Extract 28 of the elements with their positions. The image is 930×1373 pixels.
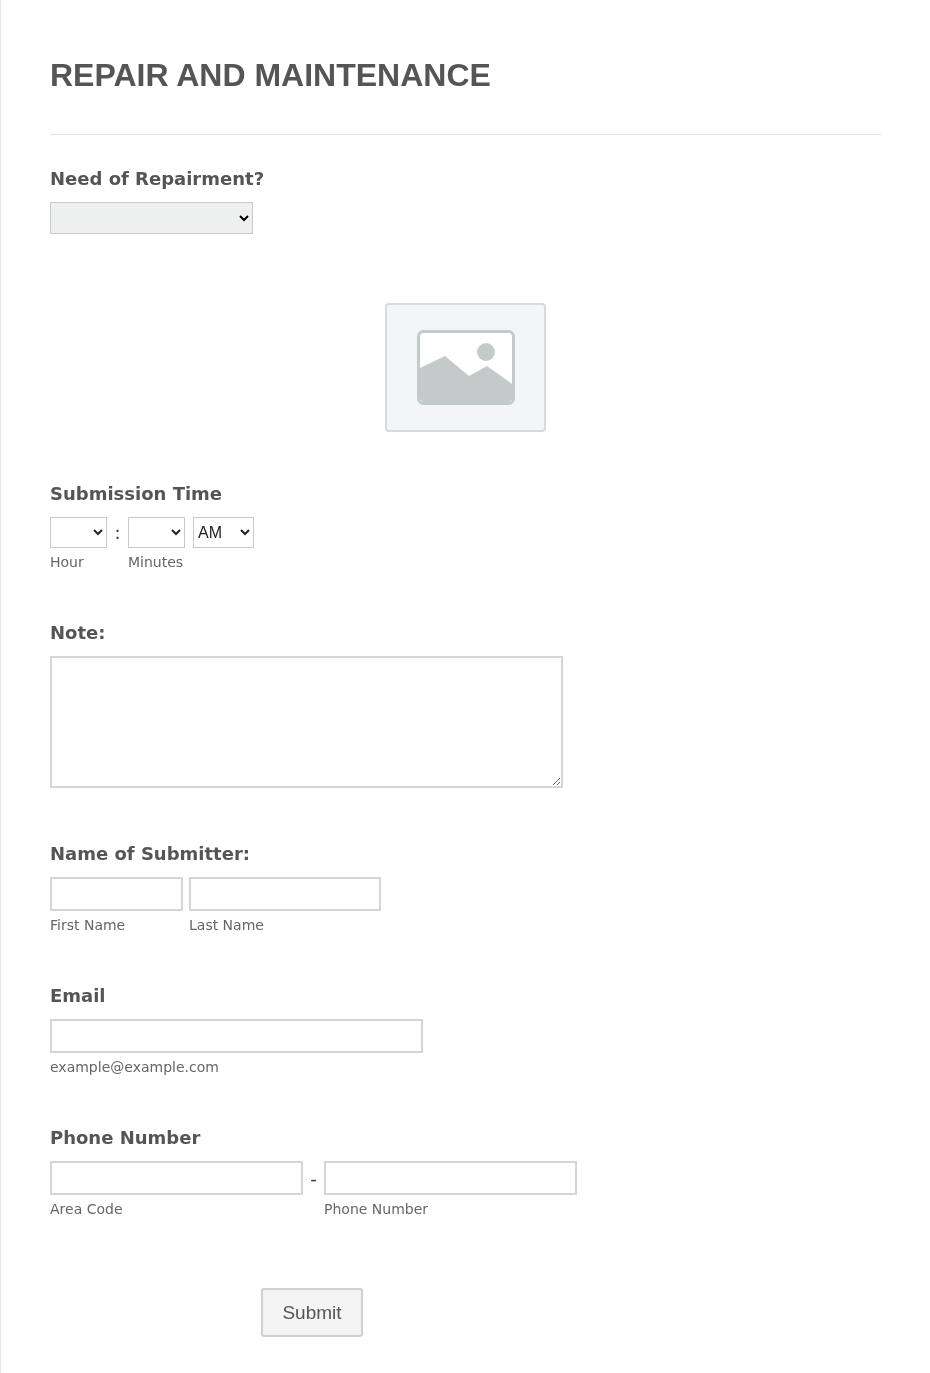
- field-sublabel: Minutes: [128, 553, 185, 571]
- minutes-dropdown[interactable]: [128, 517, 185, 548]
- field-sublabel: example@example.com: [50, 1058, 220, 1076]
- hour-dropdown[interactable]: [50, 517, 107, 548]
- field-label: Note:: [50, 622, 107, 644]
- field-sublabel: Hour: [50, 553, 85, 571]
- form-title: REPAIR AND MAINTENANCE: [50, 56, 492, 94]
- phone-number-input[interactable]: [324, 1161, 577, 1195]
- time-separator: :: [113, 521, 122, 545]
- repair-dropdown[interactable]: [50, 202, 253, 234]
- field-label: Name of Submitter:: [50, 843, 251, 865]
- first-name-input[interactable]: [50, 877, 183, 911]
- field-sublabel: Last Name: [189, 916, 265, 934]
- submit-button[interactable]: Submit: [261, 1288, 363, 1337]
- image-placeholder-icon: [416, 330, 515, 405]
- field-sublabel: Phone Number: [324, 1200, 430, 1218]
- phone-separator: -: [309, 1167, 318, 1191]
- field-sublabel: First Name: [50, 916, 127, 934]
- field-label: Need of Repairment?: [50, 168, 266, 190]
- area-code-input[interactable]: [50, 1161, 303, 1195]
- field-sublabel: Area Code: [50, 1200, 124, 1218]
- period-dropdown[interactable]: AM: [193, 517, 254, 548]
- field-label: Phone Number: [50, 1127, 202, 1149]
- last-name-input[interactable]: [189, 877, 381, 911]
- field-label: Submission Time: [50, 483, 224, 505]
- field-label: Email: [50, 985, 107, 1007]
- note-textarea[interactable]: [50, 656, 563, 788]
- email-input[interactable]: [50, 1019, 423, 1053]
